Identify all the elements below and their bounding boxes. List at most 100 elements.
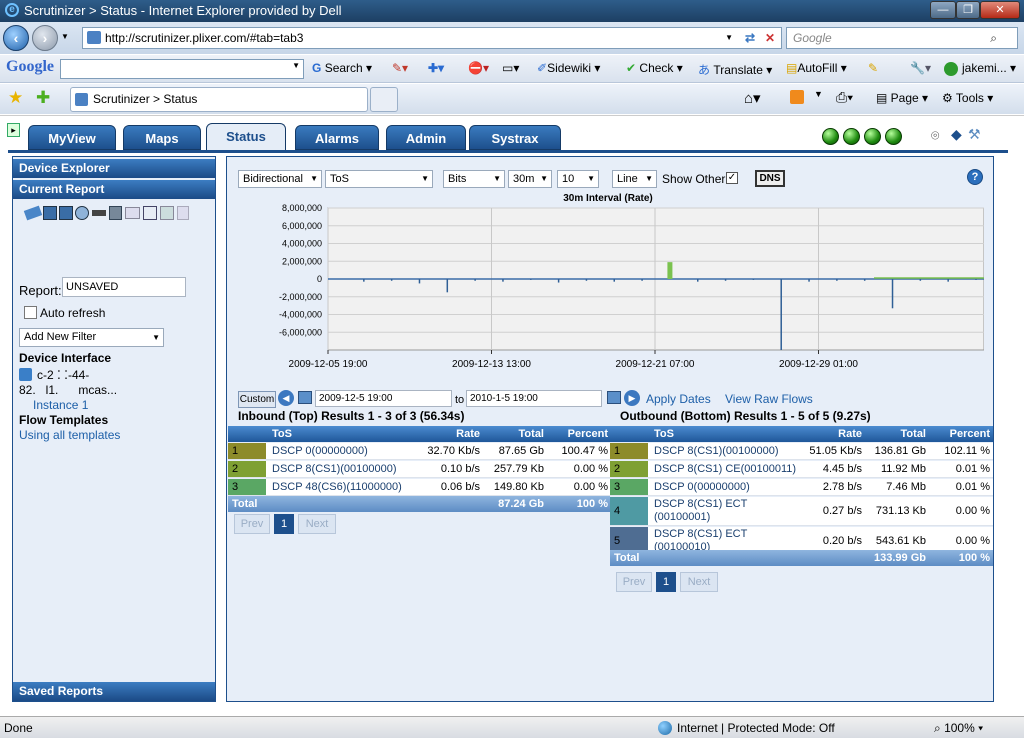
- box-icon[interactable]: ▭▾: [502, 61, 519, 75]
- new-tab-button[interactable]: [370, 87, 398, 112]
- close-window-button[interactable]: ✕: [980, 1, 1020, 19]
- forward-button[interactable]: ›: [32, 25, 58, 51]
- url-dropdown-icon[interactable]: ▼: [725, 28, 733, 48]
- outbound-page-1[interactable]: 1: [656, 572, 676, 592]
- rss-icon[interactable]: [143, 206, 157, 220]
- save-as-icon[interactable]: [59, 206, 73, 220]
- row-tos-name[interactable]: DSCP 0(00000000): [654, 479, 750, 495]
- table-row[interactable]: 3 DSCP 48(CS6)(11000000) 0.06 b/s 149.80 Kb…: [228, 479, 610, 496]
- plus-icon[interactable]: ✚▾: [428, 61, 444, 75]
- prev-period-icon[interactable]: ◀: [278, 390, 294, 406]
- refresh-icon[interactable]: ⇄: [745, 28, 755, 48]
- direction-select[interactable]: Bidirectional: [238, 170, 322, 188]
- inbound-prev-button[interactable]: Prev: [234, 514, 270, 534]
- top-n-select[interactable]: 10: [557, 170, 599, 188]
- tab-status[interactable]: Status: [206, 123, 286, 151]
- print-report-icon[interactable]: [109, 206, 122, 220]
- table-row[interactable]: 3 DSCP 0(00000000) 2.78 b/s 7.46 Mb 0.01 %: [610, 479, 993, 496]
- row-tos-name[interactable]: DSCP 8(CS1) ECT (00100001): [654, 498, 747, 526]
- row-tos-name[interactable]: DSCP 8(CS1) CE(00100011): [654, 461, 796, 477]
- save-icon[interactable]: [43, 206, 57, 220]
- inbound-next-button[interactable]: Next: [298, 514, 336, 534]
- date-to-input[interactable]: 2010-1-5 19:00: [466, 390, 602, 407]
- search-input[interactable]: Google ⌕: [786, 27, 1018, 49]
- check-button[interactable]: ✔ Check ▾: [626, 61, 683, 75]
- page-menu[interactable]: ▤ Page ▾: [876, 91, 928, 105]
- rss-feed-icon[interactable]: [790, 90, 804, 104]
- dns-button[interactable]: DNS: [755, 170, 785, 187]
- report-type-select[interactable]: ToS: [325, 170, 433, 188]
- calendar-to-icon[interactable]: [607, 391, 621, 404]
- tab-maps[interactable]: Maps: [123, 125, 201, 150]
- binoculars-icon[interactable]: ⌾: [931, 127, 939, 144]
- inbound-page-1[interactable]: 1: [274, 514, 294, 534]
- report-name-input[interactable]: UNSAVED: [62, 277, 186, 297]
- translate-button[interactable]: あ Translate ▾: [698, 61, 772, 78]
- outbound-prev-button[interactable]: Prev: [616, 572, 652, 592]
- outbound-next-button[interactable]: Next: [680, 572, 718, 592]
- table-row[interactable]: 2 DSCP 8(CS1)(00100000) 0.10 b/s 257.79 Kb 0…: [228, 461, 610, 478]
- interval-select[interactable]: 30m: [508, 170, 552, 188]
- auto-refresh-checkbox[interactable]: [24, 306, 37, 319]
- row-tos-name[interactable]: DSCP 8(CS1)(00100000): [272, 461, 397, 477]
- unit-select[interactable]: Bits: [443, 170, 505, 188]
- show-other-checkbox[interactable]: ✓: [726, 172, 738, 184]
- row-tos-name[interactable]: DSCP 48(CS6)(11000000): [272, 479, 402, 495]
- calendar-from-icon[interactable]: [298, 391, 312, 404]
- current-report-header[interactable]: Current Report: [13, 180, 215, 199]
- custom-date-button[interactable]: Custom: [238, 391, 276, 408]
- help-icon[interactable]: ?: [967, 169, 983, 185]
- tab-admin[interactable]: Admin: [386, 125, 466, 150]
- back-button[interactable]: ‹: [3, 25, 29, 51]
- feed-dropdown-icon[interactable]: ▼: [814, 89, 823, 99]
- popup-blocker-icon[interactable]: ⛔▾: [468, 61, 489, 75]
- tab-alarms[interactable]: Alarms: [295, 125, 379, 150]
- table-row[interactable]: 2 DSCP 8(CS1) CE(00100011) 4.45 b/s 11.92 M…: [610, 461, 993, 478]
- wrench-icon[interactable]: 🔧▾: [910, 61, 931, 75]
- table-icon[interactable]: [125, 207, 140, 219]
- stop-icon[interactable]: ✕: [765, 28, 775, 48]
- chevron-down-icon[interactable]: ▼: [292, 61, 300, 70]
- date-from-input[interactable]: 2009-12-5 19:00: [315, 390, 452, 407]
- row-tos-name[interactable]: DSCP 8(CS1)(00100000): [654, 443, 779, 459]
- tab-myview[interactable]: MyView: [28, 125, 116, 150]
- templates-link[interactable]: Using all templates: [19, 428, 120, 442]
- table-row[interactable]: 1 DSCP 8(CS1)(00100000) 51.05 Kb/s 136.81 G…: [610, 443, 993, 460]
- maximize-button[interactable]: ❐: [956, 1, 980, 19]
- clock-icon[interactable]: [75, 206, 89, 220]
- tab-systrax[interactable]: Systrax: [469, 125, 561, 150]
- google-search-button[interactable]: G Search ▾: [312, 61, 372, 75]
- add-favorite-icon[interactable]: ✚: [36, 88, 50, 108]
- history-dropdown-icon[interactable]: ▼: [61, 32, 69, 41]
- row-tos-name[interactable]: DSCP 0(00000000): [272, 443, 368, 459]
- sidebar-toggle-icon[interactable]: ▸: [7, 123, 20, 137]
- google-search-field[interactable]: ▼: [60, 59, 304, 79]
- instance-link[interactable]: Instance 1: [33, 398, 88, 412]
- graph-icon[interactable]: [92, 210, 106, 216]
- favorites-star-icon[interactable]: ★: [8, 88, 23, 108]
- next-period-icon[interactable]: ▶: [624, 390, 640, 406]
- table-row[interactable]: 4 DSCP 8(CS1) ECT (00100001) 0.27 b/s 731.13…: [610, 497, 993, 526]
- pencil-icon[interactable]: [23, 205, 43, 221]
- graph-type-select[interactable]: Line: [612, 170, 657, 188]
- document-icon[interactable]: [177, 206, 189, 220]
- account-button[interactable]: jakemi... ▾: [944, 61, 1016, 76]
- add-filter-select[interactable]: Add New Filter: [19, 328, 164, 347]
- export-icon[interactable]: [160, 206, 174, 220]
- autofill-button[interactable]: ▤AutoFill ▾: [786, 61, 847, 75]
- url-field[interactable]: http://scrutinizer.plixer.com/#tab=tab3 …: [82, 27, 782, 49]
- bookmarks-icon[interactable]: ✎▾: [392, 61, 408, 75]
- tools-icon[interactable]: ⚒: [968, 126, 981, 143]
- saved-reports-header[interactable]: Saved Reports: [13, 682, 215, 701]
- home-icon[interactable]: ⌂▾: [744, 89, 761, 107]
- browser-tab[interactable]: Scrutinizer > Status: [70, 87, 368, 112]
- highlighter-icon[interactable]: ✎: [868, 61, 878, 75]
- minimize-button[interactable]: —: [930, 1, 956, 19]
- search-icon[interactable]: ⌕: [990, 28, 997, 48]
- view-raw-flows-link[interactable]: View Raw Flows: [725, 392, 813, 406]
- tools-menu[interactable]: ⚙ Tools ▾: [942, 91, 993, 105]
- table-row[interactable]: 1 DSCP 0(00000000) 32.70 Kb/s 87.65 Gb 100.4…: [228, 443, 610, 460]
- print-icon[interactable]: ⎙▾: [836, 89, 853, 106]
- zoom-control[interactable]: ⌕ 100% ▾: [934, 717, 983, 739]
- info-icon[interactable]: ◆: [951, 126, 962, 143]
